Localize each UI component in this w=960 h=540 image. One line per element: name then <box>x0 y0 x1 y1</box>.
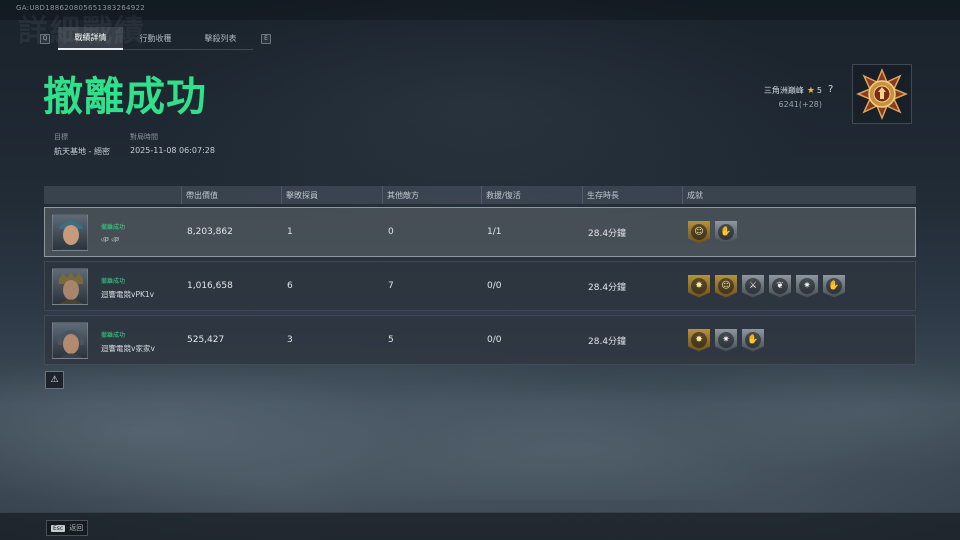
help-icon[interactable]: ? <box>828 84 833 95</box>
achievement-badge[interactable]: ✋ <box>715 220 737 244</box>
other-enemies-cell: 7 <box>388 281 394 291</box>
rank-points: 6241(+28) <box>778 100 822 109</box>
star-burst-icon: ✷ <box>799 278 815 294</box>
operator-portrait-icon <box>59 272 83 304</box>
match-time-info: 對局時間 2025-11-08 06:07:28 <box>130 132 215 155</box>
tab-kill-list[interactable]: 擊殺列表 <box>188 27 253 50</box>
achievement-badge[interactable]: ✷ <box>715 328 737 352</box>
status-label: 撤離成功 <box>101 224 126 231</box>
target-info: 目標 航天基地 - 絕密 <box>54 132 110 157</box>
operator-portrait-icon <box>58 330 84 358</box>
next-tab-key[interactable]: E <box>261 33 271 44</box>
bottom-bar: Esc 返回 <box>0 512 960 540</box>
status-label: 撤離成功 <box>101 278 126 285</box>
player-row-teammate-1[interactable]: 撤離成功 迴響電競vPK1v 1,016,658 6 7 0/0 28.4分鐘 … <box>44 261 916 311</box>
header-other-enemies: 其他敵方 <box>382 186 419 204</box>
target-value: 航天基地 - 絕密 <box>54 147 110 156</box>
session-id: GA:U8D188620805651383264922 <box>16 4 146 12</box>
survival-time-cell: 28.4分鐘 <box>588 282 627 293</box>
match-time-label: 對局時間 <box>130 133 158 141</box>
avatar[interactable] <box>52 322 88 359</box>
achievement-badge[interactable]: ⚔ <box>742 274 764 298</box>
smile-icon: ☺ <box>691 224 707 240</box>
achievements-cell: ✸ ☺ ⚔ ❦ ✷ ✋ <box>683 262 845 310</box>
achievements-cell: ✸ ✷ ✋ <box>683 316 764 364</box>
smile-icon: ☺ <box>718 278 734 294</box>
back-button[interactable]: Esc 返回 <box>46 520 89 536</box>
header-kills: 擊敗探員 <box>281 186 318 204</box>
avatar[interactable] <box>52 268 88 305</box>
rescue-cell: 0/0 <box>487 281 502 291</box>
operator-portrait-icon <box>59 221 83 250</box>
esc-key-icon: Esc <box>51 524 66 532</box>
survival-time-cell: 28.4分鐘 <box>588 228 627 239</box>
hand-money-icon: ✋ <box>718 224 734 240</box>
achievement-badge[interactable]: ☺ <box>715 274 737 298</box>
rank-level: 5 <box>816 86 822 95</box>
table-header: 帶出價值 擊敗探員 其他敵方 救援/復活 生存時長 成就 <box>44 186 916 204</box>
burst-icon: ✸ <box>691 332 707 348</box>
player-name: 迴響電競vPK1v <box>101 290 155 299</box>
star-icon: ★ <box>806 86 815 96</box>
header-survival-time: 生存時長 <box>582 186 619 204</box>
value-cell: 1,016,658 <box>187 281 233 291</box>
kills-cell: 6 <box>287 281 293 291</box>
page-title: 撤離成功 <box>43 74 207 120</box>
status-label: 撤離成功 <box>101 332 126 339</box>
tab-bar: Q 戰績詳情 行動收穫 擊殺列表 E <box>40 27 271 50</box>
player-name: 迴響電競v家家v <box>101 344 155 353</box>
prev-tab-key[interactable]: Q <box>40 33 50 44</box>
achievement-badge[interactable]: ❦ <box>769 274 791 298</box>
rescue-cell: 1/1 <box>487 227 502 237</box>
sword-icon: ⚔ <box>745 278 761 294</box>
achievement-badge[interactable]: ☺ <box>688 220 710 244</box>
player-row-self[interactable]: 撤離成功 ঞ ঞ 8,203,862 1 0 1/1 28.4分鐘 ☺ ✋ <box>44 207 916 257</box>
value-cell: 8,203,862 <box>187 227 233 237</box>
achievement-badge[interactable]: ✸ <box>688 328 710 352</box>
header-value: 帶出價值 <box>181 186 218 204</box>
achievement-badge[interactable]: ✸ <box>688 274 710 298</box>
burst-icon: ✸ <box>691 278 707 294</box>
match-time-value: 2025-11-08 06:07:28 <box>130 146 215 155</box>
rank-emblem-icon <box>856 68 908 120</box>
kills-cell: 1 <box>287 227 293 237</box>
hand-money-icon: ✋ <box>826 278 842 294</box>
other-enemies-cell: 5 <box>388 335 394 345</box>
header-achievements: 成就 <box>682 186 703 204</box>
wreath-icon: ❦ <box>772 278 788 294</box>
report-warning-icon[interactable]: ⚠ <box>45 371 64 389</box>
achievement-badge[interactable]: ✋ <box>742 328 764 352</box>
achievement-badge[interactable]: ✋ <box>823 274 845 298</box>
achievements-cell: ☺ ✋ <box>683 208 737 256</box>
rank-emblem[interactable] <box>852 64 912 124</box>
kills-cell: 3 <box>287 335 293 345</box>
other-enemies-cell: 0 <box>388 227 394 237</box>
survival-time-cell: 28.4分鐘 <box>588 336 627 347</box>
player-name: ঞ ঞ <box>101 235 120 244</box>
avatar[interactable] <box>52 214 88 251</box>
hand-money-icon: ✋ <box>745 332 761 348</box>
tab-list: 戰績詳情 行動收穫 擊殺列表 <box>58 27 253 50</box>
rank-info: 三角洲巔峰 ★ 5 6241(+28) <box>722 78 822 109</box>
back-label: 返回 <box>69 524 84 532</box>
tab-match-details[interactable]: 戰績詳情 <box>58 27 123 50</box>
player-row-teammate-2[interactable]: 撤離成功 迴響電競v家家v 525,427 3 5 0/0 28.4分鐘 ✸ ✷… <box>44 315 916 365</box>
value-cell: 525,427 <box>187 335 225 345</box>
achievement-badge[interactable]: ✷ <box>796 274 818 298</box>
header-rescue: 救援/復活 <box>481 186 521 204</box>
target-label: 目標 <box>54 133 68 141</box>
tab-loot[interactable]: 行動收穫 <box>123 27 188 50</box>
star-burst-icon: ✷ <box>718 332 734 348</box>
rank-name: 三角洲巔峰 <box>763 86 804 95</box>
rescue-cell: 0/0 <box>487 335 502 345</box>
